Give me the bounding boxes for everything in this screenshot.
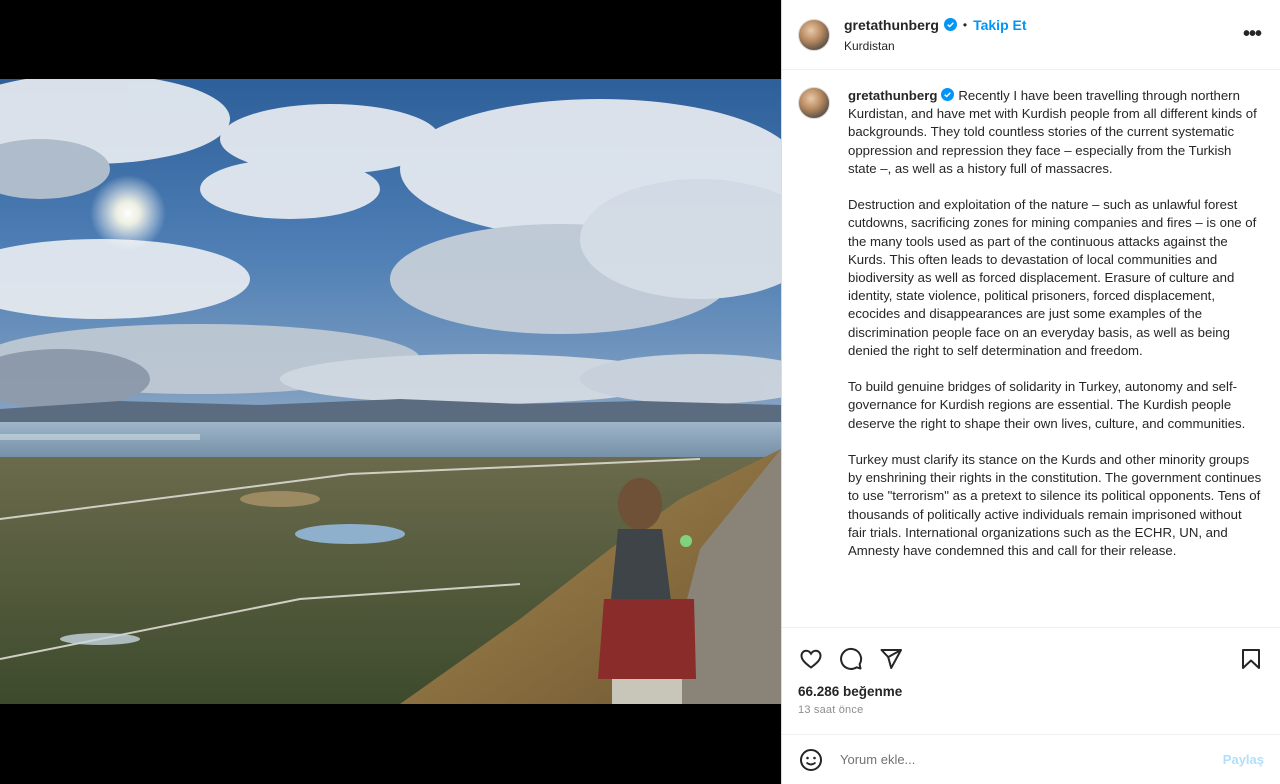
caption-paragraph-1: gretathunberg Recently I have been travel…	[848, 87, 1262, 178]
instagram-post-viewer: gretathunberg • Takip Et Kurdistan ••• g…	[0, 0, 1280, 784]
caption-text: gretathunberg Recently I have been travel…	[848, 87, 1262, 578]
caption-scroll-area[interactable]: gretathunberg Recently I have been travel…	[782, 71, 1280, 626]
post-timestamp[interactable]: 13 saat önce	[782, 699, 1280, 716]
share-icon[interactable]	[878, 646, 904, 672]
post-side-panel: gretathunberg • Takip Et Kurdistan ••• g…	[781, 0, 1280, 784]
verified-badge-icon	[941, 88, 955, 101]
comment-bar: Paylaş	[782, 734, 1280, 784]
caption-username-link[interactable]: gretathunberg	[848, 88, 937, 103]
post-actions: 66.286 beğenme 13 saat önce	[782, 627, 1280, 745]
caption-paragraph-3: To build genuine bridges of solidarity i…	[848, 379, 1246, 431]
caption-row: gretathunberg Recently I have been travel…	[798, 87, 1264, 578]
comment-icon[interactable]	[838, 646, 864, 672]
media-pane	[0, 0, 781, 784]
post-header: gretathunberg • Takip Et Kurdistan •••	[782, 0, 1280, 70]
more-options-icon[interactable]: •••	[1240, 22, 1264, 46]
comment-input[interactable]	[840, 752, 1223, 767]
header-user-row: gretathunberg • Takip Et	[844, 17, 1027, 33]
caption-paragraph-4: Turkey must clarify its stance on the Ku…	[848, 452, 1262, 559]
bookmark-icon[interactable]	[1238, 646, 1264, 672]
caption-paragraph-2: Destruction and exploitation of the natu…	[848, 197, 1257, 358]
username-link[interactable]: gretathunberg	[844, 17, 939, 33]
avatar[interactable]	[798, 18, 830, 51]
verified-badge-icon	[943, 18, 957, 31]
follow-button[interactable]: Takip Et	[973, 17, 1026, 33]
action-icons-row	[782, 628, 1280, 678]
separator-dot: •	[962, 17, 968, 32]
caption-avatar[interactable]	[798, 87, 830, 119]
post-comment-button[interactable]: Paylaş	[1223, 752, 1264, 767]
heart-icon[interactable]	[798, 646, 824, 672]
location-link[interactable]: Kurdistan	[844, 39, 1027, 53]
header-info: gretathunberg • Takip Et Kurdistan	[844, 17, 1027, 53]
likes-count[interactable]: 66.286 beğenme	[782, 678, 1280, 699]
emoji-icon[interactable]	[798, 747, 824, 773]
post-photo[interactable]	[0, 79, 781, 704]
